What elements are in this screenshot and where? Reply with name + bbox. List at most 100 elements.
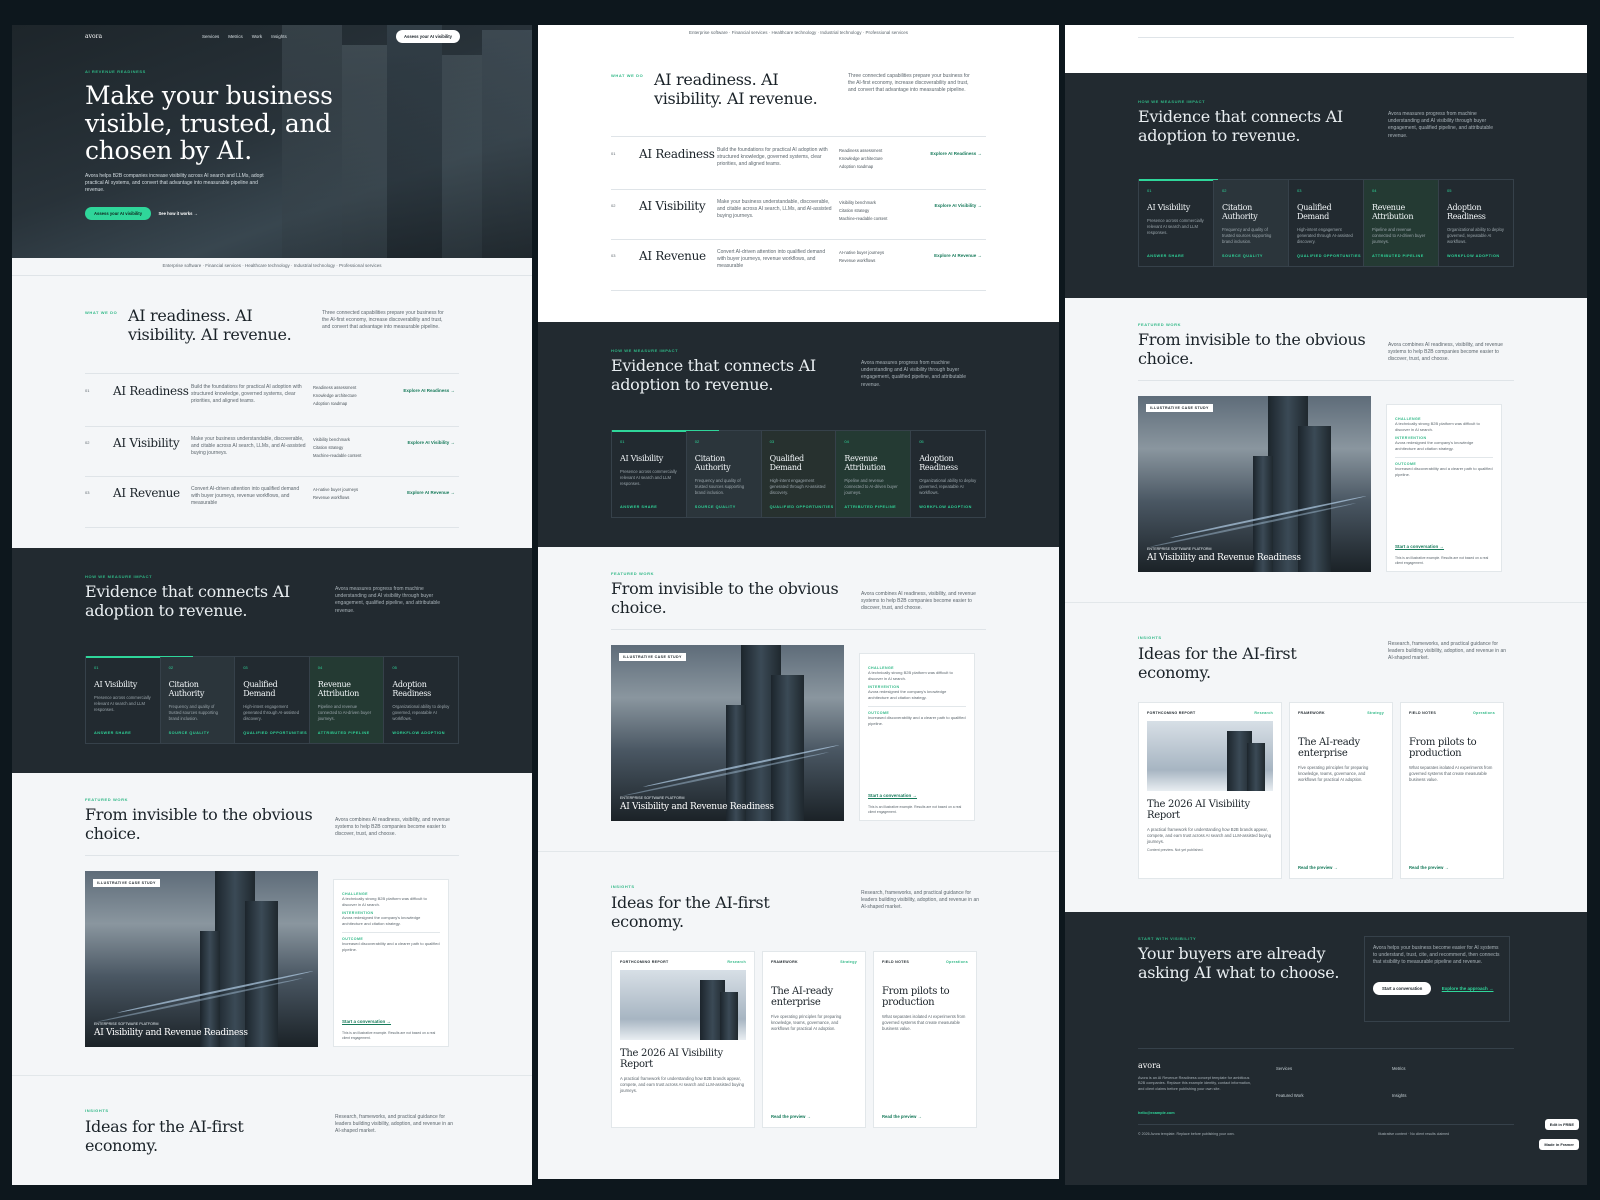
page-preview-3: HOW WE MEASURE IMPACT Evidence that conn… bbox=[1065, 25, 1587, 1185]
metric-card: 02 Citation Authority Frequency and qualit… bbox=[1214, 180, 1289, 266]
case-study-image[interactable]: ILLUSTRATIVE CASE STUDY ENTERPRISE SOFTW… bbox=[611, 645, 844, 821]
explore-revenue-link[interactable]: Explore AI Revenue → bbox=[934, 253, 982, 258]
footer-link-insights[interactable]: Insights bbox=[1392, 1093, 1406, 1098]
metric-card: 01 AI Visibility Presence across commercia… bbox=[1139, 180, 1214, 266]
metric-card: 03 Qualified Demand High-intent engagement… bbox=[1289, 180, 1364, 266]
insights-section: INSIGHTS Ideas for the AI-first economy.… bbox=[538, 851, 1059, 1179]
edit-badge[interactable]: Edit in FRBE bbox=[1544, 1119, 1579, 1130]
hero-secondary-button[interactable]: See how it works → bbox=[155, 207, 200, 220]
industries-strip: Enterprise software · Financial services… bbox=[162, 263, 382, 268]
footer-logo[interactable]: avora bbox=[1138, 1061, 1161, 1070]
footer-link-metrics[interactable]: Metrics bbox=[1392, 1066, 1406, 1071]
work-section: FEATURED WORK From invisible to the obvi… bbox=[12, 773, 532, 1075]
report-image bbox=[1147, 721, 1273, 791]
start-conversation-link[interactable]: Start a conversation → bbox=[1395, 544, 1444, 549]
nav-insights[interactable]: Insights bbox=[271, 34, 287, 39]
cta-secondary-link[interactable]: Explore the approach → bbox=[1442, 986, 1494, 991]
nav-cta-button[interactable]: Assess your AI visibility bbox=[395, 30, 460, 43]
read-preview-link[interactable]: Read the preview → bbox=[882, 1114, 922, 1119]
start-conversation-link[interactable]: Start a conversation → bbox=[342, 1019, 391, 1024]
metric-card: 05 Adoption Readiness Organizational abili… bbox=[919, 439, 977, 509]
impact-section: HOW WE MEASURE IMPACT Evidence that conn… bbox=[538, 322, 1059, 547]
read-preview-link[interactable]: Read the preview → bbox=[1409, 865, 1449, 870]
hero-eyebrow: AI REVENUE READINESS bbox=[85, 69, 146, 74]
service-row-revenue: 03 AI Revenue Convert AI-driven attentio… bbox=[611, 249, 982, 270]
metric-card: 02 Citation Authority Frequency and qualit… bbox=[686, 431, 762, 517]
nav-metrics[interactable]: Metrics bbox=[228, 34, 243, 39]
metric-card: 04 Revenue Attribution Pipeline and revenu… bbox=[309, 657, 385, 743]
case-study-image[interactable]: ILLUSTRATIVE CASE STUDY ENTERPRISE SOFTW… bbox=[85, 871, 318, 1047]
metric-card: 01 AI Visibility Presence across commercia… bbox=[612, 431, 687, 517]
explore-readiness-link[interactable]: Explore AI Readiness → bbox=[930, 151, 982, 156]
metric-card: 04 Revenue Attribution Pipeline and revenu… bbox=[836, 431, 912, 517]
case-details-panel: CHALLENGE A technically strong B2B platf… bbox=[333, 879, 449, 1047]
explore-visibility-link[interactable]: Explore AI Visibility → bbox=[934, 203, 982, 208]
service-row-readiness: 01 AI Readiness Build the foundations fo… bbox=[85, 384, 455, 406]
hero-primary-button[interactable]: Assess your AI visibility bbox=[85, 207, 152, 221]
explore-revenue-link[interactable]: Explore AI Revenue → bbox=[407, 490, 455, 495]
insight-card[interactable]: FORTHCOMING REPORT Research The 2026 AI V… bbox=[611, 951, 755, 1128]
read-preview-link[interactable]: Read the preview → bbox=[1298, 865, 1338, 870]
footer-link-services[interactable]: Services bbox=[1276, 1066, 1292, 1071]
service-title: AI Readiness bbox=[113, 384, 189, 398]
impact-section: HOW WE MEASURE IMPACT Evidence that conn… bbox=[12, 548, 532, 773]
insight-card[interactable]: FRAMEWORK Strategy The AI-ready enterpris… bbox=[1289, 702, 1393, 879]
services-section: Enterprise software · Financial services… bbox=[12, 258, 532, 548]
metric-cards: 01 AI Visibility Presence across commercia… bbox=[611, 430, 986, 518]
page-preview-2: Enterprise software · Financial services… bbox=[538, 25, 1059, 1179]
metric-card: 05 Adoption Readiness Organizational abili… bbox=[1447, 188, 1505, 258]
metric-card: 05 Adoption Readiness Organizational abili… bbox=[392, 665, 450, 735]
metric-cards: 01 AI Visibility Presence across commercia… bbox=[1138, 179, 1514, 267]
service-row-visibility: 02 AI Visibility Make your business unde… bbox=[85, 436, 455, 458]
insights-section: INSIGHTS Ideas for the AI-first economy.… bbox=[1065, 602, 1587, 912]
case-badge: ILLUSTRATIVE CASE STUDY bbox=[93, 879, 160, 887]
impact-title: Evidence that connects AI adoption to re… bbox=[85, 582, 290, 620]
made-in-badge[interactable]: Made in Framer bbox=[1539, 1139, 1579, 1150]
cta-primary-button[interactable]: Start a conversation bbox=[1373, 981, 1432, 995]
case-details-panel: CHALLENGE A technically strong B2B platf… bbox=[859, 653, 975, 821]
read-preview-link[interactable]: Read the preview → bbox=[771, 1114, 811, 1119]
metric-card: 02 Citation Authority Frequency and qualit… bbox=[160, 657, 236, 743]
insights-section: INSIGHTS Ideas for the AI-first economy.… bbox=[12, 1075, 532, 1185]
services-eyebrow: WHAT WE DO bbox=[85, 310, 118, 315]
work-title: From invisible to the obvious choice. bbox=[85, 805, 313, 843]
hero-text: Avora helps B2B companies increase visib… bbox=[85, 172, 264, 193]
metric-card: 01 AI Visibility Presence across commercia… bbox=[86, 657, 161, 743]
insight-card[interactable]: FIELD NOTES Operations From pilots to pro… bbox=[1400, 702, 1504, 879]
metric-cards: 01 AI Visibility Presence across commercia… bbox=[85, 656, 459, 744]
page-preview-1: avora Services Metrics Work Insights Ass… bbox=[12, 25, 532, 1185]
services-intro: Three connected capabilities prepare you… bbox=[322, 310, 444, 331]
explore-visibility-link[interactable]: Explore AI Visibility → bbox=[407, 440, 455, 445]
metric-card: 03 Qualified Demand High-intent engagement… bbox=[761, 431, 837, 517]
cta-footer-section: START WITH VISIBILITY Your buyers are al… bbox=[1065, 912, 1587, 1185]
nav-work[interactable]: Work bbox=[252, 34, 262, 39]
service-row-readiness: 01 AI Readiness Build the foundations fo… bbox=[611, 147, 982, 169]
hero-title: Make your business visible, trusted, and… bbox=[85, 81, 333, 165]
start-conversation-link[interactable]: Start a conversation → bbox=[868, 793, 917, 798]
case-title: AI Visibility and Revenue Readiness bbox=[94, 1028, 248, 1038]
insight-card[interactable]: FORTHCOMING REPORT Research The 2026 AI V… bbox=[1138, 702, 1282, 879]
cta-panel: Avora helps your business become easier … bbox=[1364, 936, 1510, 1022]
footer-email-link[interactable]: hello@example.com bbox=[1138, 1111, 1175, 1115]
main-nav: Services Metrics Work Insights bbox=[202, 34, 287, 39]
insight-card[interactable]: FRAMEWORK Strategy The AI-ready enterpris… bbox=[762, 951, 866, 1128]
service-row-revenue: 03 AI Revenue Convert AI-driven attentio… bbox=[85, 486, 455, 507]
impact-section: HOW WE MEASURE IMPACT Evidence that conn… bbox=[1065, 73, 1587, 298]
service-row-visibility: 02 AI Visibility Make your business unde… bbox=[611, 199, 982, 221]
report-image bbox=[620, 970, 746, 1040]
cta-title: Your buyers are already asking AI what t… bbox=[1138, 944, 1340, 982]
work-section: FEATURED WORK From invisible to the obvi… bbox=[538, 547, 1059, 851]
insight-card[interactable]: FIELD NOTES Operations From pilots to pro… bbox=[873, 951, 977, 1128]
services-title: AI readiness. AI visibility. AI revenue. bbox=[128, 306, 292, 344]
service-title: AI Visibility bbox=[113, 436, 180, 450]
work-section: FEATURED WORK From invisible to the obvi… bbox=[1065, 298, 1587, 602]
services-section: Enterprise software · Financial services… bbox=[538, 25, 1059, 322]
nav-services[interactable]: Services bbox=[202, 34, 219, 39]
hero-section: avora Services Metrics Work Insights Ass… bbox=[12, 25, 532, 258]
service-title: AI Revenue bbox=[113, 486, 180, 500]
case-study-image[interactable]: ILLUSTRATIVE CASE STUDY ENTERPRISE SOFTW… bbox=[1138, 396, 1371, 572]
metric-card: 03 Qualified Demand High-intent engagement… bbox=[235, 657, 310, 743]
explore-readiness-link[interactable]: Explore AI Readiness → bbox=[403, 388, 455, 393]
brand-logo[interactable]: avora bbox=[85, 33, 102, 40]
footer-link-work[interactable]: Featured Work bbox=[1276, 1093, 1304, 1098]
